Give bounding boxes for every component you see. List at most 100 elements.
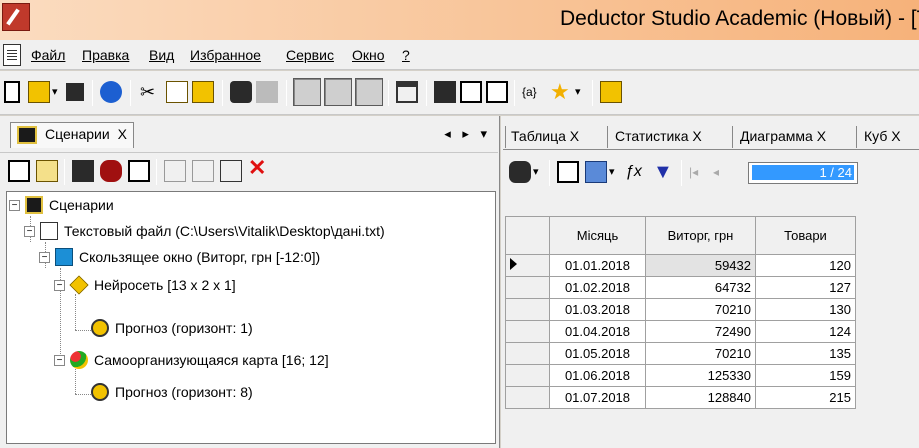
column-header-revenue[interactable]: Виторг, грн <box>645 216 756 255</box>
table-settings-icon[interactable] <box>557 161 579 183</box>
table-row[interactable]: 01.02.2018 64732 127 <box>505 276 856 299</box>
app-icon[interactable] <box>2 3 30 31</box>
table-cell[interactable]: 159 <box>755 364 856 387</box>
page-indicator[interactable]: 1 / 24 <box>748 162 858 184</box>
variable-icon[interactable]: {a} <box>522 81 544 103</box>
collapse-toggle[interactable]: − <box>54 355 65 366</box>
visualizer-icon[interactable] <box>355 78 383 106</box>
row-indicator[interactable] <box>505 320 550 343</box>
delete-icon[interactable]: ✕ <box>248 155 266 181</box>
first-page-icon[interactable]: |◂ <box>689 161 711 183</box>
help-icon[interactable] <box>600 81 622 103</box>
menu-help[interactable]: ? <box>402 47 410 63</box>
wizard-process-icon[interactable] <box>36 160 58 182</box>
connections-panel-icon[interactable] <box>324 78 352 106</box>
export-data-icon[interactable] <box>509 161 531 183</box>
row-indicator[interactable] <box>505 364 550 387</box>
formula-icon[interactable]: ƒx <box>625 161 647 183</box>
tab-table-close[interactable]: X <box>570 128 579 144</box>
export-dropdown-icon[interactable]: ▾ <box>533 161 555 183</box>
tab-chart[interactable]: Диаграмма X <box>740 128 826 144</box>
menu-favorites[interactable]: Избранное <box>190 47 261 63</box>
wizard-export-icon[interactable] <box>72 160 94 182</box>
collapse-toggle[interactable]: − <box>54 280 65 291</box>
row-indicator[interactable] <box>505 342 550 365</box>
prev-page-icon[interactable]: ◂ <box>713 161 735 183</box>
table-row[interactable]: 01.06.2018 125330 159 <box>505 364 856 387</box>
save-icon[interactable] <box>66 83 84 101</box>
table-cell[interactable]: 72490 <box>645 320 756 343</box>
table-row[interactable]: 01.04.2018 72490 124 <box>505 320 856 343</box>
menu-service[interactable]: Сервис <box>286 47 334 63</box>
table-cell[interactable]: 120 <box>755 254 856 277</box>
star-icon[interactable]: ★ <box>550 81 572 103</box>
tab-statistics[interactable]: Статистика X <box>615 128 702 144</box>
tab-statistics-close[interactable]: X <box>692 128 701 144</box>
table-cell[interactable]: 01.03.2018 <box>549 298 646 321</box>
tab-scenarios-close[interactable]: X <box>118 126 127 142</box>
list-icon[interactable] <box>460 81 482 103</box>
tab-chart-close[interactable]: X <box>817 128 826 144</box>
find-icon[interactable] <box>230 81 252 103</box>
wizard-visualize-icon[interactable] <box>100 160 122 182</box>
table-cell[interactable]: 01.01.2018 <box>549 254 646 277</box>
document-menu-icon[interactable] <box>3 44 21 66</box>
table-cell[interactable]: 130 <box>755 298 856 321</box>
column-header-month[interactable]: Місяць <box>549 216 646 255</box>
wizard-report-icon[interactable] <box>128 160 150 182</box>
cut-icon[interactable]: ✂ <box>140 81 162 103</box>
row-indicator[interactable] <box>505 276 550 299</box>
table-cell[interactable]: 01.05.2018 <box>549 342 646 365</box>
table-row[interactable]: 01.05.2018 70210 135 <box>505 342 856 365</box>
table-row[interactable]: 01.07.2018 128840 215 <box>505 386 856 409</box>
menu-view[interactable]: Вид <box>149 47 174 63</box>
move-down-icon[interactable] <box>192 160 214 182</box>
copy-node-icon[interactable] <box>220 160 242 182</box>
row-indicator[interactable] <box>505 386 550 409</box>
home-icon[interactable] <box>396 81 418 103</box>
open-icon[interactable] <box>28 81 50 103</box>
table-cell[interactable]: 70210 <box>645 298 756 321</box>
table-cell[interactable]: 01.07.2018 <box>549 386 646 409</box>
find-next-icon[interactable] <box>256 81 278 103</box>
filter-icon[interactable]: ▼ <box>653 161 675 183</box>
star-dropdown-icon[interactable]: ▾ <box>575 81 597 103</box>
columns-icon[interactable] <box>486 81 508 103</box>
globe-icon[interactable] <box>100 81 122 103</box>
table-cell[interactable]: 70210 <box>645 342 756 365</box>
scenarios-panel-icon[interactable] <box>293 78 321 106</box>
tab-table[interactable]: Таблица X <box>511 128 579 144</box>
table-cell[interactable]: 64732 <box>645 276 756 299</box>
new-icon[interactable] <box>4 81 20 103</box>
table-cell[interactable]: 01.06.2018 <box>549 364 646 387</box>
collapse-toggle[interactable]: − <box>9 200 20 211</box>
copy-icon[interactable] <box>166 81 188 103</box>
column-header-goods[interactable]: Товари <box>755 216 856 255</box>
menu-file[interactable]: Файл <box>31 47 65 63</box>
table-cell[interactable]: 124 <box>755 320 856 343</box>
tab-cube-close[interactable]: X <box>891 128 900 144</box>
tab-cube[interactable]: Куб X <box>864 128 901 144</box>
table-cell[interactable]: 127 <box>755 276 856 299</box>
panel-nav-arrows[interactable]: ◂ ▸ ▾ <box>444 126 491 142</box>
menu-window[interactable]: Окно <box>352 47 385 63</box>
paste-icon[interactable] <box>192 81 214 103</box>
table-cell[interactable]: 215 <box>755 386 856 409</box>
row-indicator[interactable] <box>505 254 550 277</box>
table-cell[interactable]: 01.04.2018 <box>549 320 646 343</box>
move-up-icon[interactable] <box>164 160 186 182</box>
table-cell[interactable]: 125330 <box>645 364 756 387</box>
table-cell[interactable]: 135 <box>755 342 856 365</box>
collapse-toggle[interactable]: − <box>24 226 35 237</box>
table-cell[interactable]: 128840 <box>645 386 756 409</box>
collapse-toggle[interactable]: − <box>39 252 50 263</box>
columns-setup-icon[interactable] <box>585 161 607 183</box>
menu-edit[interactable]: Правка <box>82 47 129 63</box>
row-indicator[interactable] <box>505 298 550 321</box>
tab-scenarios[interactable]: Сценарии X <box>10 122 134 148</box>
table-cell[interactable]: 59432 <box>645 254 756 277</box>
wizard-import-icon[interactable] <box>8 160 30 182</box>
grid-icon[interactable] <box>434 81 456 103</box>
table-cell[interactable]: 01.02.2018 <box>549 276 646 299</box>
table-row[interactable]: 01.01.2018 59432 120 <box>505 254 856 277</box>
